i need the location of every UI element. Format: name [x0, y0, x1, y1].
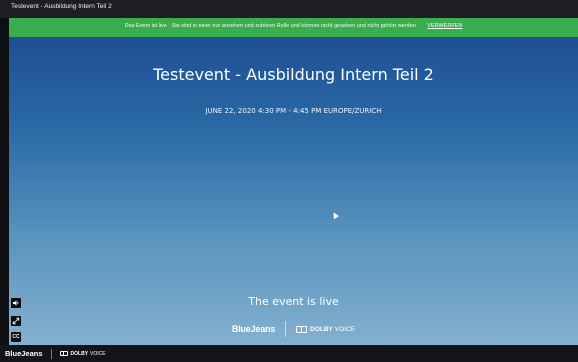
- voice-wordmark: VOICE: [334, 325, 356, 333]
- fullscreen-button[interactable]: [11, 316, 21, 326]
- mouse-pointer-icon: [330, 210, 340, 220]
- event-title: Testevent - Ausbildung Intern Teil 2: [153, 65, 434, 84]
- bluejeans-logo-small: BlueJeans: [5, 349, 43, 358]
- banner-message: Das Event ist live · Sie sind in einer n…: [124, 23, 416, 29]
- live-notice-banner: Das Event ist live · Sie sind in einer n…: [9, 18, 578, 37]
- left-edge-strip: [0, 18, 9, 345]
- dolby-voice-logo: DOLBY VOICE: [296, 325, 356, 333]
- event-stage: Testevent - Ausbildung Intern Teil 2 JUN…: [9, 37, 578, 345]
- volume-button[interactable]: [11, 298, 21, 308]
- banner-text-row: Das Event ist live · Sie sind in einer n…: [9, 23, 578, 29]
- bottom-bar: BlueJeans DOLBY VOICE: [0, 345, 578, 362]
- expand-icon: [12, 317, 20, 325]
- event-status: The event is live: [248, 295, 339, 308]
- window-title: Testevent - Ausbildung Intern Teil 2: [11, 3, 112, 10]
- dolby-voice-logo-small: DOLBY VOICE: [59, 350, 106, 357]
- captions-label: CC: [12, 334, 20, 340]
- branding-row: BlueJeans DOLBY VOICE: [9, 320, 578, 338]
- dolby-wordmark: DOLBY: [310, 325, 333, 333]
- event-datetime: JUNE 22, 2020 4:30 PM - 4:45 PM EUROPE/Z…: [205, 107, 382, 115]
- dolby-icon: [296, 325, 308, 333]
- speaker-icon: [13, 300, 19, 306]
- dismiss-button[interactable]: VERWERFEN: [427, 23, 462, 29]
- window-titlebar: Testevent - Ausbildung Intern Teil 2: [0, 0, 578, 18]
- voice-wordmark: VOICE: [90, 350, 106, 357]
- dolby-wordmark: DOLBY: [70, 350, 89, 357]
- bluejeans-logo: BlueJeans: [231, 324, 276, 334]
- bottom-divider: [50, 348, 52, 359]
- dolby-icon: [59, 351, 68, 356]
- brand-divider: [285, 321, 287, 337]
- captions-button[interactable]: CC: [11, 332, 21, 342]
